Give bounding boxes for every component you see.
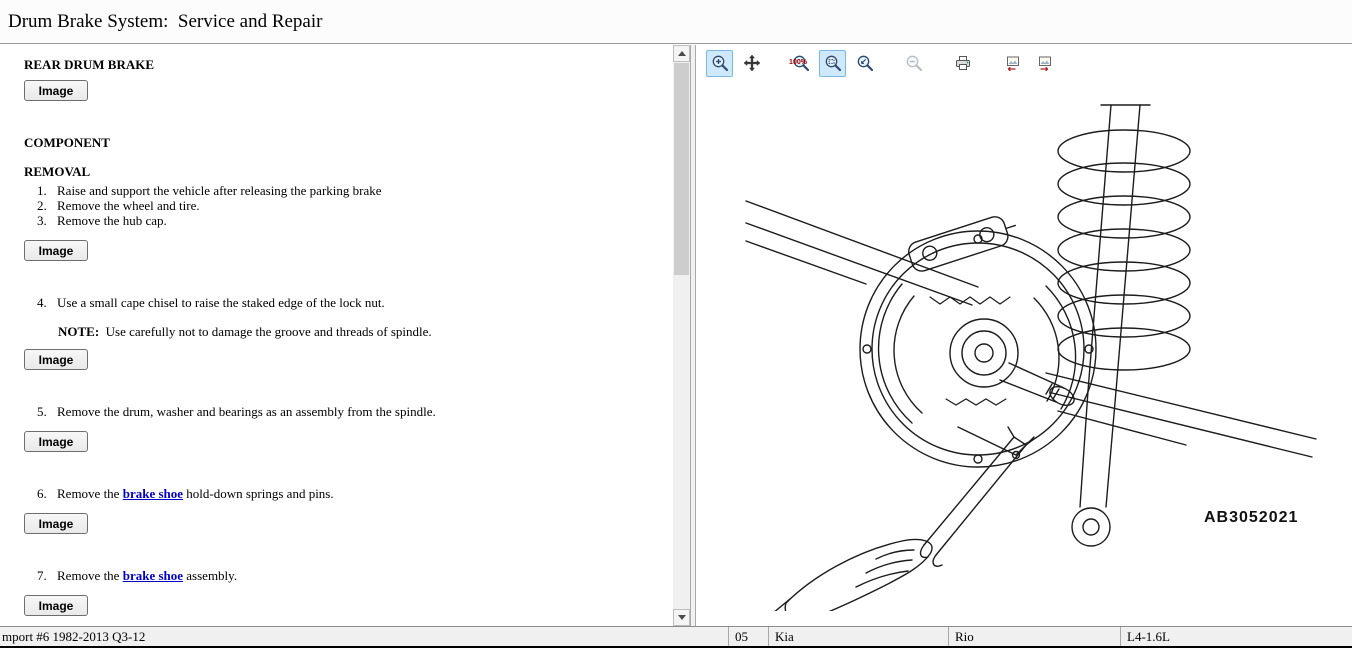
down-arrow-icon [678,615,686,620]
removal-step-7: 7. Remove the brake shoe assembly. [24,568,663,583]
status-cell-model: Rio [948,627,1120,646]
removal-step-2: 2. Remove the wheel and tire. [24,198,663,213]
pan-button[interactable] [738,50,765,77]
step-text: Remove the hub cap. [57,213,663,228]
zoom-region-button[interactable] [851,50,878,77]
document-pane: REAR DRUM BRAKE Image COMPONENT REMOVAL … [0,45,690,626]
image-button[interactable]: Image [24,240,88,261]
step-number: 5. [37,404,57,419]
step-text: Remove the wheel and tire. [57,198,663,213]
document-content: REAR DRUM BRAKE Image COMPONENT REMOVAL … [0,45,673,626]
figure-area: AB3052021 [696,81,1352,626]
fit-window-button[interactable] [819,50,846,77]
removal-step-4: 4. Use a small cape chisel to raise the … [24,295,663,310]
figure-label: AB3052021 [1204,509,1298,527]
image-button[interactable]: Image [24,349,88,370]
image-button[interactable]: Image [24,513,88,534]
step-text-suffix: hold-down springs and pins. [183,486,334,501]
drum-brake-figure [716,91,1352,611]
next-image-button[interactable] [1030,50,1057,77]
main-split: REAR DRUM BRAKE Image COMPONENT REMOVAL … [0,45,1352,626]
step-text: Remove the drum, washer and bearings as … [57,404,663,419]
step-number: 3. [37,213,57,228]
scroll-up-button[interactable] [673,45,690,62]
removal-step-6: 6. Remove the brake shoe hold-down sprin… [24,486,663,501]
scroll-down-button[interactable] [673,609,690,626]
viewer-toolbar: 100% [706,48,1057,78]
step-text-prefix: Remove the [57,486,123,501]
removal-step-3: 3. Remove the hub cap. [24,213,663,228]
removal-heading: REMOVAL [24,164,663,179]
step-text: Use a small cape chisel to raise the sta… [57,295,663,310]
step-text-prefix: Remove the [57,568,123,583]
title-bar: Drum Brake System: Service and Repair [0,0,1352,44]
image-button[interactable]: Image [24,595,88,616]
next-image-icon [1035,54,1053,72]
printer-icon [954,54,972,72]
app-window: Drum Brake System: Service and Repair RE… [0,0,1352,648]
zoom-region-icon [856,54,874,72]
step-number: 7. [37,568,57,583]
status-bar: mport #6 1982-2013 Q3-12 05 Kia Rio L4-1… [0,626,1352,646]
previous-image-button[interactable] [998,50,1025,77]
status-cell-engine: L4-1.6L [1120,627,1352,646]
step-text-suffix: assembly. [183,568,237,583]
step-text: Raise and support the vehicle after rele… [57,183,663,198]
up-arrow-icon [678,51,686,56]
zoom-100-button[interactable]: 100% [787,50,814,77]
doc-scrollbar[interactable] [673,45,690,626]
scrollbar-thumb[interactable] [674,63,689,275]
image-viewer-pane: 100% [696,45,1352,626]
step-number: 1. [37,183,57,198]
zoom-out-button[interactable] [900,50,927,77]
step-number: 2. [37,198,57,213]
note-line: NOTE: Use carefully not to damage the gr… [58,324,663,339]
image-button[interactable]: Image [24,431,88,452]
zoom-in-icon [711,54,729,72]
print-button[interactable] [949,50,976,77]
step-number: 6. [37,486,57,501]
status-cell-year: 05 [728,627,768,646]
brake-shoe-link[interactable]: brake shoe [123,568,183,583]
status-cell-make: Kia [768,627,948,646]
step-number: 4. [37,295,57,310]
pan-icon [743,54,761,72]
zoom-100-icon [792,54,810,72]
image-button[interactable]: Image [24,80,88,101]
status-cell-database: mport #6 1982-2013 Q3-12 [0,627,728,646]
step-text: Remove the brake shoe hold-down springs … [57,486,663,501]
component-heading: COMPONENT [24,135,663,150]
previous-image-icon [1003,54,1021,72]
note-text: Use carefully not to damage the groove a… [99,324,431,339]
zoom-in-button[interactable] [706,50,733,77]
brake-shoe-link[interactable]: brake shoe [123,486,183,501]
note-label: NOTE: [58,324,99,339]
removal-step-5: 5. Remove the drum, washer and bearings … [24,404,663,419]
removal-step-1: 1. Raise and support the vehicle after r… [24,183,663,198]
zoom-out-icon [905,54,923,72]
section-heading: REAR DRUM BRAKE [24,57,663,72]
page-title: Drum Brake System: Service and Repair [0,0,1352,33]
fit-window-icon [824,54,842,72]
step-text: Remove the brake shoe assembly. [57,568,663,583]
